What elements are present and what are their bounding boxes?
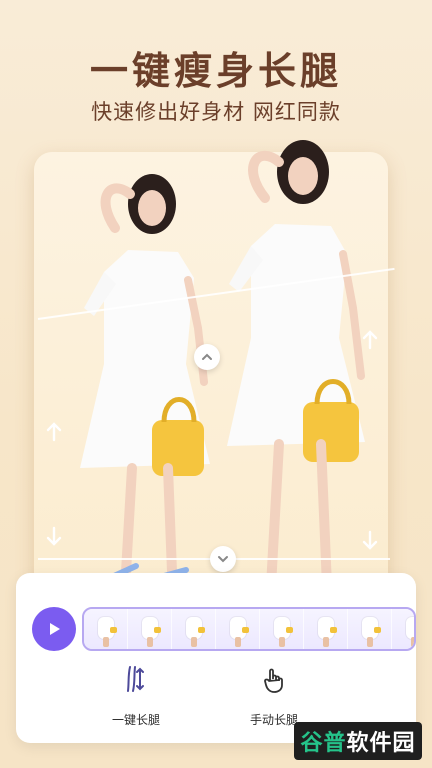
page-title: 一键瘦身长腿 <box>89 49 342 93</box>
play-button[interactable] <box>32 607 76 651</box>
watermark-text-green: 谷普 <box>300 731 347 756</box>
timeline-frame <box>304 609 348 649</box>
timeline-frame <box>260 609 304 649</box>
chevron-down-icon <box>218 556 228 563</box>
timeline-frame <box>348 609 392 649</box>
arrow-up-icon <box>42 420 66 444</box>
timeline-frame <box>216 609 260 649</box>
bottom-guide-handle[interactable] <box>210 546 236 572</box>
chevron-up-icon <box>202 353 212 360</box>
top-guide-handle[interactable] <box>194 344 220 370</box>
auto-leg-lengthen-tool[interactable]: 一键长腿 <box>81 663 191 735</box>
timeline-frame <box>128 609 172 649</box>
video-timeline[interactable] <box>82 607 416 651</box>
site-watermark: 谷普 软件园 <box>294 722 422 760</box>
timeline-frame <box>84 609 128 649</box>
tool-label: 一键长腿 <box>111 713 160 727</box>
page-subtitle: 快速修出好身材 网红同款 <box>91 100 341 124</box>
hand-icon <box>264 668 283 693</box>
legs-icon <box>127 666 144 692</box>
watermark-text-white: 软件园 <box>346 731 416 756</box>
arrow-down-icon <box>42 524 66 548</box>
editing-panel: 一键长腿 手动长腿 <box>16 573 416 743</box>
arrow-up-icon <box>358 328 382 352</box>
arrow-down-icon <box>358 528 382 552</box>
play-icon <box>50 623 60 635</box>
timeline-frame <box>392 609 414 649</box>
timeline-frame <box>172 609 216 649</box>
